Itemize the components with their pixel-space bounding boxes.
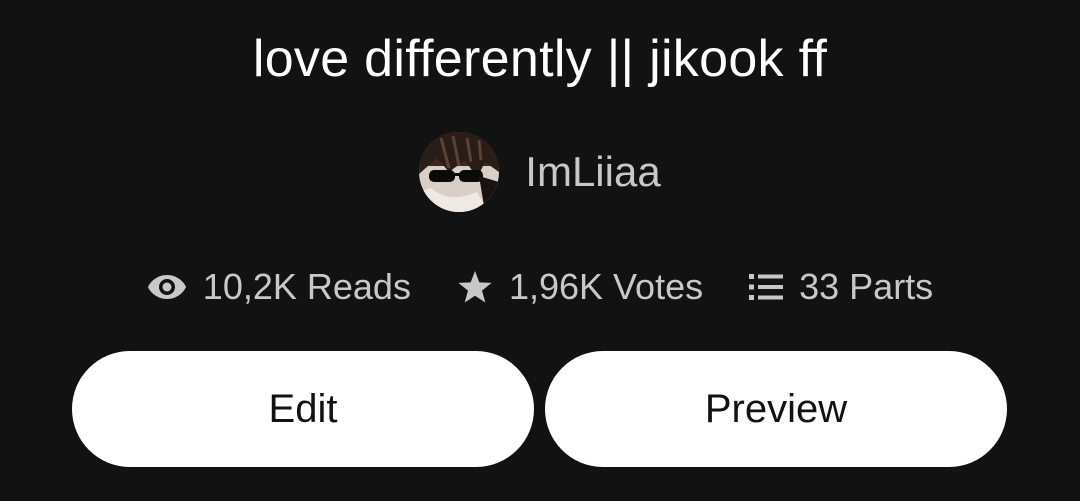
edit-button[interactable]: Edit — [72, 351, 534, 467]
author-name[interactable]: ImLiiaa — [525, 147, 660, 197]
votes-stat: 1,96K Votes — [457, 262, 703, 312]
story-title: love differently || jikook ff — [252, 30, 828, 88]
reads-count: 10,2K Reads — [202, 266, 411, 307]
avatar-image — [419, 132, 500, 212]
author-row[interactable]: ImLiiaa — [0, 132, 1080, 212]
reads-stat: 10,2K Reads — [147, 262, 411, 312]
parts-count: 33 Parts — [799, 266, 934, 307]
eye-icon — [147, 272, 187, 302]
author-avatar[interactable] — [419, 132, 500, 212]
story-details-screen: love differently || jikook ff ImLiiaa 10… — [0, 0, 1080, 501]
story-stats: 10,2K Reads 1,96K Votes 33 Parts — [0, 262, 1080, 312]
list-icon — [749, 273, 784, 301]
preview-button[interactable]: Preview — [545, 351, 1007, 467]
star-icon — [457, 270, 493, 304]
votes-count: 1,96K Votes — [508, 266, 704, 307]
parts-stat: 33 Parts — [749, 262, 933, 312]
